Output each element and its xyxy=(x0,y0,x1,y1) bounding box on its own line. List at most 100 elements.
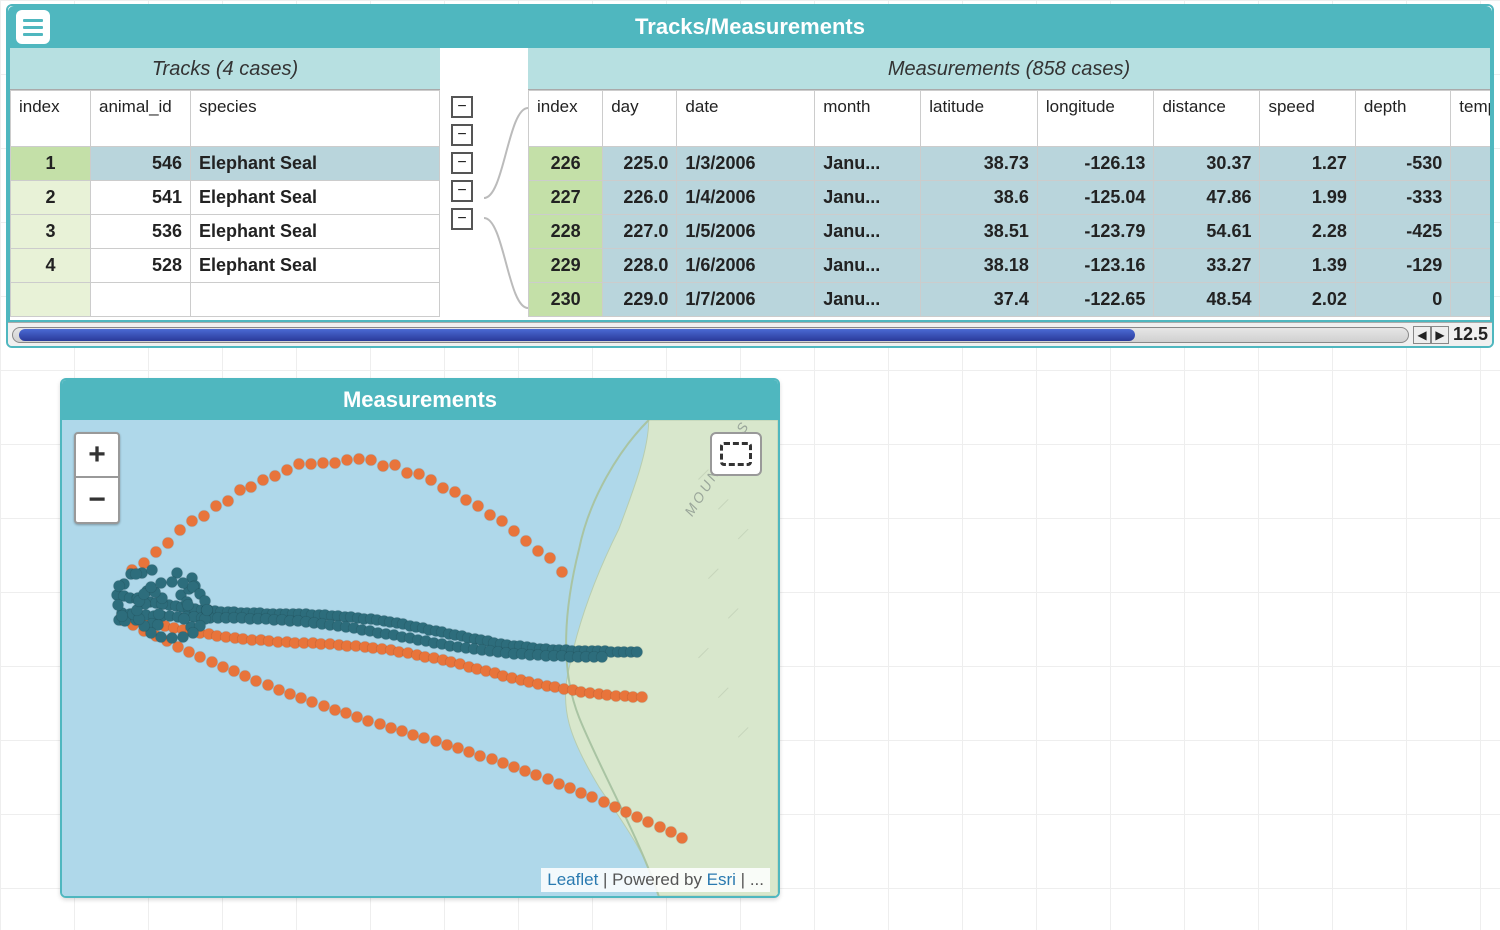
track-point[interactable] xyxy=(229,666,240,677)
col-speed[interactable]: speed xyxy=(1260,91,1355,147)
track-point[interactable] xyxy=(464,747,475,758)
track-point[interactable] xyxy=(473,500,484,511)
zoom-in-button[interactable]: + xyxy=(76,434,118,478)
track-point[interactable] xyxy=(587,792,598,803)
track-point[interactable] xyxy=(222,495,233,506)
collapse-toggle[interactable]: − xyxy=(451,180,473,202)
scrollbar-track[interactable] xyxy=(12,327,1409,343)
scrollbar-thumb[interactable] xyxy=(19,329,1135,341)
track-point[interactable] xyxy=(195,651,206,662)
track-point[interactable] xyxy=(413,469,424,480)
track-point[interactable] xyxy=(156,578,167,589)
track-point[interactable] xyxy=(365,455,376,466)
track-point[interactable] xyxy=(637,692,648,703)
track-point[interactable] xyxy=(377,460,388,471)
track-point[interactable] xyxy=(632,647,643,658)
track-point[interactable] xyxy=(210,501,221,512)
track-point[interactable] xyxy=(307,696,318,707)
track-point[interactable] xyxy=(296,692,307,703)
col-index[interactable]: index xyxy=(11,91,91,147)
col-index[interactable]: index xyxy=(529,91,603,147)
track-point[interactable] xyxy=(401,468,412,479)
track-point[interactable] xyxy=(352,712,363,723)
track-point[interactable] xyxy=(251,675,262,686)
track-point[interactable] xyxy=(557,567,568,578)
track-point[interactable] xyxy=(521,535,532,546)
col-depth[interactable]: depth xyxy=(1355,91,1450,147)
table-row[interactable]: 228227.01/5/2006Janu...38.51-123.7954.61… xyxy=(529,215,1491,249)
track-point[interactable] xyxy=(430,736,441,747)
track-point[interactable] xyxy=(258,475,269,486)
track-point[interactable] xyxy=(162,538,173,549)
track-point[interactable] xyxy=(475,750,486,761)
track-point[interactable] xyxy=(202,605,213,616)
scroll-right-button[interactable]: ▶ xyxy=(1431,326,1449,344)
track-point[interactable] xyxy=(341,708,352,719)
track-point[interactable] xyxy=(441,739,452,750)
track-point[interactable] xyxy=(576,787,587,798)
track-point[interactable] xyxy=(154,609,165,620)
track-point[interactable] xyxy=(342,454,353,465)
track-point[interactable] xyxy=(306,459,317,470)
track-point[interactable] xyxy=(167,633,178,644)
track-point[interactable] xyxy=(273,684,284,695)
track-point[interactable] xyxy=(198,510,209,521)
track-point[interactable] xyxy=(174,525,185,536)
col-longitude[interactable]: longitude xyxy=(1037,91,1154,147)
track-point[interactable] xyxy=(408,729,419,740)
track-point[interactable] xyxy=(329,704,340,715)
track-point[interactable] xyxy=(179,613,190,624)
track-point[interactable] xyxy=(545,553,556,564)
col-month[interactable]: month xyxy=(815,91,921,147)
track-point[interactable] xyxy=(282,464,293,475)
track-point[interactable] xyxy=(461,494,472,505)
track-point[interactable] xyxy=(131,569,142,580)
track-point[interactable] xyxy=(486,754,497,765)
track-point[interactable] xyxy=(353,453,364,464)
track-point[interactable] xyxy=(609,801,620,812)
horizontal-scrollbar[interactable]: ◀ ▶ 12.5 xyxy=(8,322,1492,346)
track-point[interactable] xyxy=(240,671,251,682)
track-point[interactable] xyxy=(114,580,125,591)
table-row[interactable]: 2541Elephant Seal xyxy=(11,181,440,215)
track-point[interactable] xyxy=(531,770,542,781)
track-point[interactable] xyxy=(533,546,544,557)
col-latitude[interactable]: latitude xyxy=(921,91,1038,147)
track-point[interactable] xyxy=(553,778,564,789)
collapse-toggle[interactable]: − xyxy=(451,124,473,146)
track-point[interactable] xyxy=(184,646,195,657)
track-point[interactable] xyxy=(453,743,464,754)
track-point[interactable] xyxy=(150,547,161,558)
track-point[interactable] xyxy=(565,783,576,794)
col-species[interactable]: species xyxy=(191,91,440,147)
track-point[interactable] xyxy=(167,577,178,588)
col-animal-id[interactable]: animal_id xyxy=(91,91,191,147)
track-point[interactable] xyxy=(246,482,257,493)
table-row[interactable]: 229228.01/6/2006Janu...38.18-123.1633.27… xyxy=(529,249,1491,283)
track-point[interactable] xyxy=(112,600,123,611)
track-point[interactable] xyxy=(389,460,400,471)
col-distance[interactable]: distance xyxy=(1154,91,1260,147)
track-point[interactable] xyxy=(363,715,374,726)
track-point[interactable] xyxy=(677,832,688,843)
track-point[interactable] xyxy=(374,719,385,730)
map-body[interactable]: MOUNTAINS + − Leaflet | Powered by Esri … xyxy=(62,420,778,896)
track-point[interactable] xyxy=(425,474,436,485)
track-point[interactable] xyxy=(542,774,553,785)
table-row[interactable]: 4528Elephant Seal xyxy=(11,249,440,283)
track-point[interactable] xyxy=(497,515,508,526)
scroll-left-button[interactable]: ◀ xyxy=(1413,326,1431,344)
zoom-out-button[interactable]: − xyxy=(76,478,118,522)
track-point[interactable] xyxy=(397,726,408,737)
track-point[interactable] xyxy=(262,680,273,691)
table-row[interactable]: 226225.01/3/2006Janu...38.73-126.1330.37… xyxy=(529,147,1491,181)
track-point[interactable] xyxy=(206,656,217,667)
col-day[interactable]: day xyxy=(603,91,677,147)
measurements-table[interactable]: indexdaydatemonthlatitudelongitudedistan… xyxy=(528,90,1490,317)
track-point[interactable] xyxy=(419,733,430,744)
track-point[interactable] xyxy=(116,611,127,622)
select-box-button[interactable] xyxy=(710,432,762,476)
track-point[interactable] xyxy=(497,758,508,769)
col-date[interactable]: date xyxy=(677,91,815,147)
track-point[interactable] xyxy=(654,822,665,833)
